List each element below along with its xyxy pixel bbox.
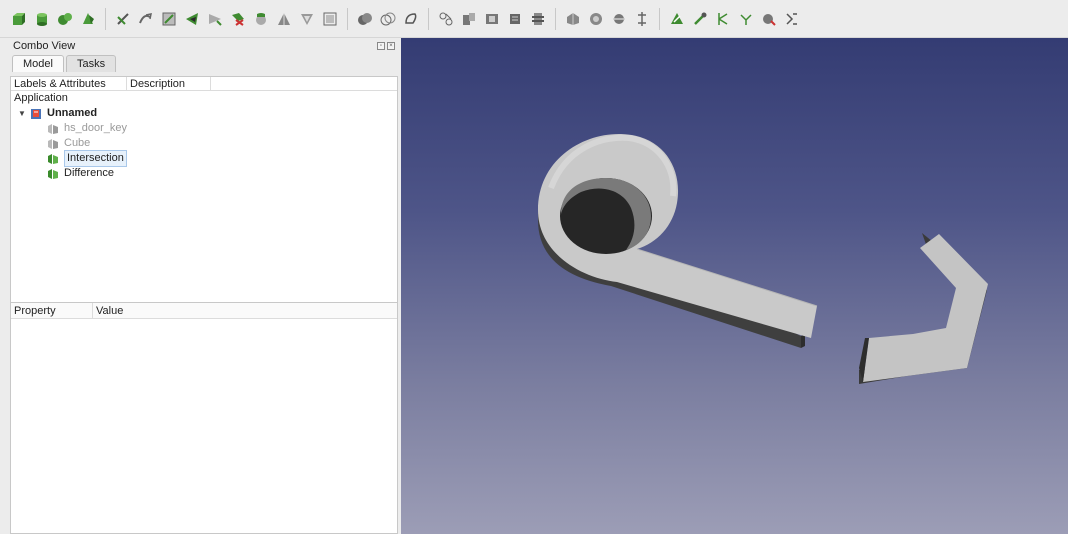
part-sphere-icon[interactable] xyxy=(56,10,74,28)
tree-root-application: Application xyxy=(11,91,397,106)
tree-item-difference[interactable]: Difference xyxy=(11,166,397,181)
close-icon[interactable]: × xyxy=(387,42,395,50)
measure-toggle-icon[interactable] xyxy=(783,10,801,28)
tree-item-label: Difference xyxy=(64,167,114,179)
toolbar-group-measure xyxy=(668,10,801,28)
cross-section-icon[interactable] xyxy=(275,10,293,28)
toolbar-separator xyxy=(659,7,660,30)
fillet-icon[interactable] xyxy=(160,10,178,28)
attachment-icon[interactable] xyxy=(633,10,651,28)
combo-view-title: Combo View xyxy=(13,40,76,52)
measure-linear-icon[interactable] xyxy=(691,10,709,28)
combo-tabs: Model Tasks xyxy=(10,54,398,72)
measure-icon[interactable] xyxy=(114,10,132,28)
part-feature-icon xyxy=(48,138,58,149)
tree-item-intersection[interactable]: Intersection xyxy=(11,150,397,167)
tree-item-label: Intersection xyxy=(64,150,127,167)
toolbar-separator xyxy=(555,7,556,30)
sweep-icon[interactable] xyxy=(321,10,339,28)
fuse-icon[interactable] xyxy=(402,10,420,28)
3d-scene[interactable] xyxy=(401,38,1068,534)
toolbar-group-boolean xyxy=(356,10,420,28)
boolean-feature-icon xyxy=(48,168,58,179)
measure-clear-icon[interactable] xyxy=(760,10,778,28)
thickness-icon[interactable] xyxy=(587,10,605,28)
mirror-icon[interactable] xyxy=(137,10,155,28)
color-per-face-icon[interactable] xyxy=(668,10,686,28)
tree-root-label: Application xyxy=(14,92,68,104)
toolbar-group-modify xyxy=(564,10,651,28)
check-geometry-icon[interactable] xyxy=(506,10,524,28)
column-property[interactable]: Property xyxy=(11,303,93,318)
boolean-feature-icon xyxy=(48,153,58,164)
part-cone-icon[interactable] xyxy=(79,10,97,28)
column-description[interactable]: Description xyxy=(127,77,211,90)
property-editor: Property Value xyxy=(10,302,398,534)
measure-refresh-icon[interactable] xyxy=(737,10,755,28)
combo-view-panel: Combo View ▫ × Model Tasks Labels & Attr… xyxy=(10,38,398,534)
titlebar-buttons: ▫ × xyxy=(377,42,395,50)
measure-angular-icon[interactable] xyxy=(714,10,732,28)
main-toolbar xyxy=(0,0,1068,38)
cut-icon[interactable] xyxy=(379,10,397,28)
projection-icon[interactable] xyxy=(610,10,628,28)
tree-item-label: Cube xyxy=(64,137,91,149)
difference-shape[interactable] xyxy=(859,233,988,384)
toolbar-group-primitives xyxy=(10,10,97,28)
column-value[interactable]: Value xyxy=(93,303,213,318)
tree-item-cube[interactable]: Cube xyxy=(11,136,397,151)
defeaturing-icon[interactable] xyxy=(529,10,547,28)
toolbar-separator xyxy=(105,7,106,30)
explode-compound-icon[interactable] xyxy=(483,10,501,28)
boolean-icon[interactable] xyxy=(356,10,374,28)
compound-icon[interactable] xyxy=(460,10,478,28)
chamfer-icon[interactable] xyxy=(229,10,247,28)
document-icon xyxy=(31,108,41,119)
tree-item-hs-door-key[interactable]: hs_door_key xyxy=(11,121,397,136)
revolve-icon[interactable] xyxy=(206,10,224,28)
loft-icon[interactable] xyxy=(298,10,316,28)
property-header: Property Value xyxy=(11,303,397,319)
tree-item-document[interactable]: ▼ Unnamed xyxy=(11,106,397,121)
part-cylinder-icon[interactable] xyxy=(33,10,51,28)
expand-arrow-icon[interactable]: ▼ xyxy=(18,106,26,121)
offset-icon[interactable] xyxy=(564,10,582,28)
tab-tasks[interactable]: Tasks xyxy=(65,55,117,72)
tree-item-label: hs_door_key xyxy=(64,122,127,134)
part-box-icon[interactable] xyxy=(10,10,28,28)
toolbar-group-tools xyxy=(114,10,339,28)
tab-model[interactable]: Model xyxy=(12,55,64,72)
intersection-shape[interactable] xyxy=(538,133,818,348)
part-feature-icon xyxy=(48,123,58,134)
toolbar-separator xyxy=(428,7,429,30)
tree-header: Labels & Attributes Description xyxy=(11,77,397,91)
3d-viewport[interactable] xyxy=(401,38,1068,534)
column-labels-attributes[interactable]: Labels & Attributes xyxy=(11,77,127,90)
shape-builder-icon[interactable] xyxy=(437,10,455,28)
float-icon[interactable]: ▫ xyxy=(377,42,385,50)
toolbar-separator xyxy=(347,7,348,30)
section-icon[interactable] xyxy=(252,10,270,28)
document-label: Unnamed xyxy=(47,107,98,119)
toolbar-group-compound xyxy=(437,10,547,28)
combo-view-titlebar: Combo View ▫ × xyxy=(10,38,398,54)
extrude-icon[interactable] xyxy=(183,10,201,28)
model-tree: Labels & Attributes Description Applicat… xyxy=(10,76,398,334)
